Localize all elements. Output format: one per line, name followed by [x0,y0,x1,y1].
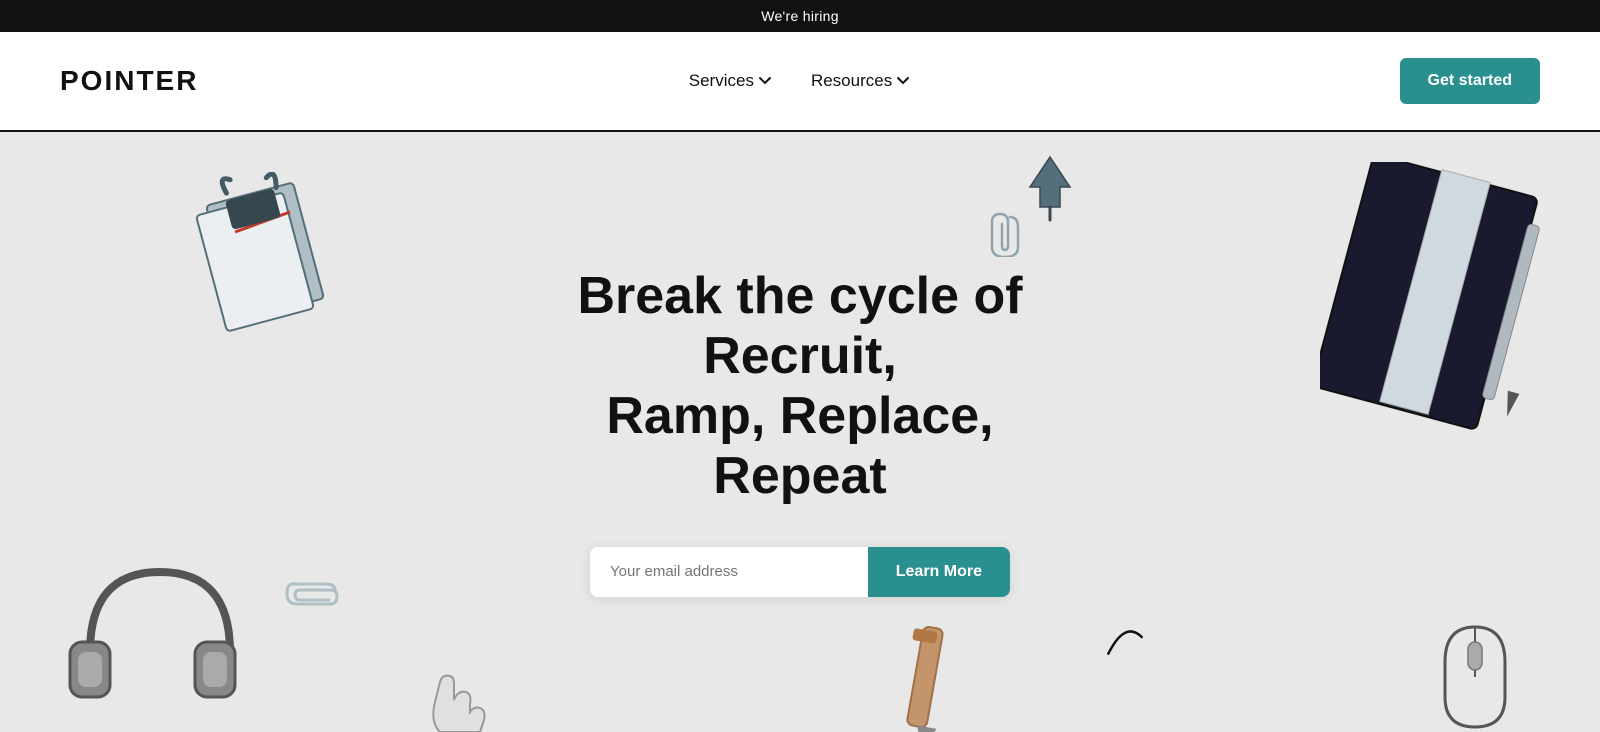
nav-services[interactable]: Services [689,71,771,91]
mouse-illustration [1430,622,1520,732]
nav-links: Services Resources [689,71,909,91]
headphones-illustration [60,552,260,732]
hero-section: Break the cycle of Recruit, Ramp, Replac… [0,132,1600,732]
hero-content: Break the cycle of Recruit, Ramp, Replac… [520,267,1080,596]
notebook-illustration [1320,162,1540,422]
learn-more-button[interactable]: Learn More [868,547,1010,597]
small-paperclip-illustration [990,212,1020,252]
logo[interactable]: POINTER [60,65,198,97]
banner-text: We're hiring [761,8,839,24]
nav-resources[interactable]: Resources [811,71,909,91]
curve-decoration [1100,612,1150,662]
hero-title: Break the cycle of Recruit, Ramp, Replac… [520,267,1080,506]
hand-illustration [420,662,500,732]
chevron-down-icon-2 [897,75,909,87]
pushpin-illustration [1020,152,1080,212]
binder-clip-illustration [180,172,340,332]
get-started-button[interactable]: Get started [1400,58,1540,104]
top-banner: We're hiring [0,0,1600,32]
email-input[interactable] [590,547,868,597]
navbar: POINTER Services Resources Get started [0,32,1600,132]
pen-illustration [900,622,980,732]
chevron-down-icon [759,75,771,87]
email-form: Learn More [590,547,1010,597]
large-paperclip-illustration [285,582,335,612]
